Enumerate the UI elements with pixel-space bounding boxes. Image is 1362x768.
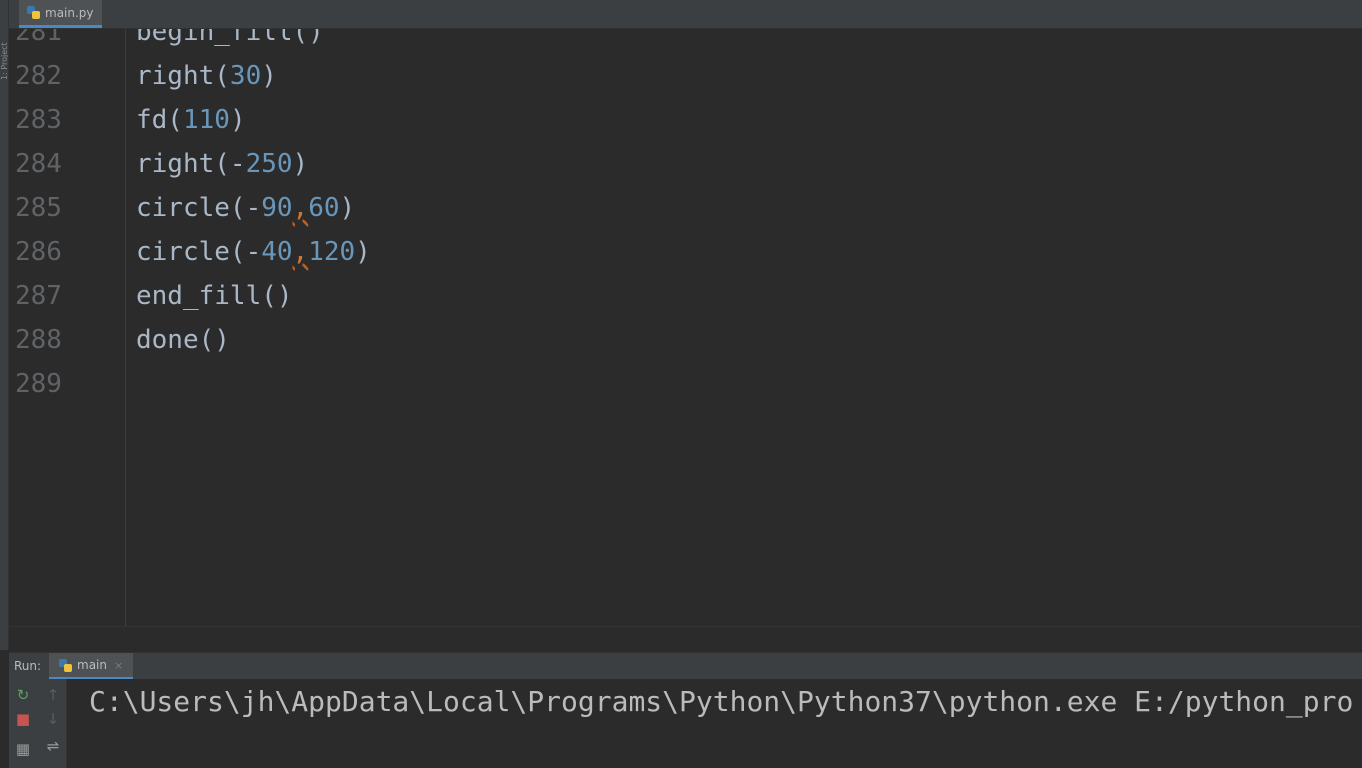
stop-icon[interactable]: ■ xyxy=(13,709,33,729)
python-file-icon xyxy=(27,6,40,19)
tab-main-py[interactable]: main.py xyxy=(19,0,102,28)
up-arrow-icon[interactable]: ↑ xyxy=(43,685,63,705)
line-number: 287 xyxy=(15,281,62,311)
code-token: ) xyxy=(339,193,356,223)
code-line[interactable]: done() xyxy=(136,318,230,362)
number-literal: 250 xyxy=(245,149,293,179)
soft-wrap-icon[interactable]: ⇌ xyxy=(43,736,63,756)
line-number: 281 xyxy=(15,29,62,47)
code-token: begin_fill() xyxy=(136,29,324,47)
code-line[interactable]: end_fill() xyxy=(136,274,293,318)
number-literal: 110 xyxy=(182,105,230,135)
code-token: circle(- xyxy=(136,237,262,267)
down-arrow-icon[interactable]: ↓ xyxy=(43,709,63,729)
line-number: 283 xyxy=(15,105,62,135)
run-toolbar: Run: main × xyxy=(9,652,1362,680)
tab-label: main.py xyxy=(45,5,94,20)
project-strip-label[interactable]: 1: Project xyxy=(0,20,8,80)
code-token: ) xyxy=(229,105,246,135)
python-run-icon xyxy=(59,658,72,672)
editor-scroll-area xyxy=(9,626,1362,653)
run-tool-column: ↻ ■ ↑ ↓ ▦ ⇌ xyxy=(9,679,67,768)
project-tool-strip[interactable]: 1: Project xyxy=(0,0,9,650)
code-token: ) xyxy=(261,61,277,91)
code-token: right(- xyxy=(136,149,246,179)
editor-tab-bar: main.py xyxy=(9,0,1362,29)
code-line[interactable]: right(30) xyxy=(136,54,277,98)
code-token: end_fill() xyxy=(136,281,293,311)
run-tab-main[interactable]: main × xyxy=(49,653,134,680)
run-label: Run: xyxy=(14,659,42,673)
number-literal: 90 xyxy=(261,193,293,223)
line-number: 284 xyxy=(15,149,62,179)
console-output-line: C:\Users\jh\AppData\Local\Programs\Pytho… xyxy=(89,685,1354,718)
line-number: 288 xyxy=(15,325,62,355)
number-literal: 40 xyxy=(261,237,293,267)
gutter-separator xyxy=(125,29,126,626)
run-tab-label: main xyxy=(77,658,107,672)
code-line[interactable]: begin_fill() xyxy=(136,29,324,54)
run-console[interactable]: C:\Users\jh\AppData\Local\Programs\Pytho… xyxy=(67,679,1362,768)
code-line[interactable]: fd(110) xyxy=(136,98,246,142)
line-number: 282 xyxy=(15,61,62,91)
code-token: done() xyxy=(136,325,230,355)
close-icon[interactable]: × xyxy=(114,659,123,672)
line-number: 285 xyxy=(15,193,62,223)
code-token: circle(- xyxy=(136,193,262,223)
number-literal: 30 xyxy=(229,61,262,91)
code-line[interactable]: circle(-90,60) xyxy=(136,186,355,230)
number-literal: 120 xyxy=(308,237,356,267)
code-token: fd( xyxy=(136,105,183,135)
rerun-icon[interactable]: ↻ xyxy=(13,685,33,705)
comma-warning: , xyxy=(292,237,309,267)
code-token: ) xyxy=(355,237,371,267)
code-token: right( xyxy=(136,61,230,91)
code-token: ) xyxy=(292,149,309,179)
code-editor[interactable]: 281 282 283 284 285 286 287 288 289 begin_fill()… xyxy=(9,29,1362,626)
comma-warning: , xyxy=(292,193,309,223)
line-number: 286 xyxy=(15,237,62,267)
layout-icon[interactable]: ▦ xyxy=(13,739,33,759)
number-literal: 60 xyxy=(308,193,340,223)
code-line[interactable]: right(-250) xyxy=(136,142,308,186)
line-number: 289 xyxy=(15,369,62,399)
code-line[interactable]: circle(-40,120) xyxy=(136,230,371,274)
